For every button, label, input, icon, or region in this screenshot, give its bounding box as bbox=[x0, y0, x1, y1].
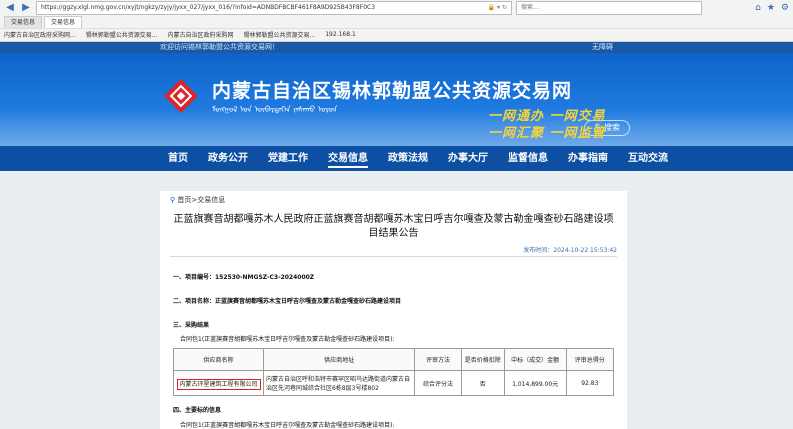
project-number: 一、项目编号：152530-NMGSZ-C3-2024000Z bbox=[173, 274, 315, 281]
column-header: 是否价格扣除 bbox=[460, 348, 505, 371]
bookmark[interactable]: 内蒙古自治区政府采购网... bbox=[4, 30, 76, 39]
table-row: 内蒙古环星建筑工程有限公司 内蒙古自治区呼和浩特市赛罕区昭乌达路街道内蒙古自治区… bbox=[172, 370, 615, 396]
back-icon[interactable]: ◀ bbox=[4, 2, 16, 14]
bookmark[interactable]: 内蒙古自治区政府采购网 bbox=[167, 30, 233, 39]
search-label: 搜索 bbox=[603, 123, 620, 132]
site-logo-icon[interactable] bbox=[160, 75, 202, 117]
project-name: 二、项目名称：正蓝旗赛音胡都嘎苏木宝日呼吉尔嘎查及蒙古勒金嘎查砂石路建设项目 bbox=[173, 298, 402, 305]
address-bar[interactable]: https://ggzy.xlgl.nmg.gov.cn/xyjt/ngkzy/… bbox=[36, 1, 512, 15]
nav-service-hall[interactable]: 办事大厅 bbox=[448, 146, 488, 171]
nav-interaction[interactable]: 互动交流 bbox=[628, 146, 668, 171]
column-header: 供应商名称 bbox=[172, 348, 265, 371]
tab-strip: 交易信息 交易信息 bbox=[0, 16, 793, 28]
slogan-line-2: 一网汇聚 一网监管 bbox=[488, 126, 606, 141]
column-header: 供应商地址 bbox=[263, 348, 416, 371]
location-pin-icon: ⚲ bbox=[170, 196, 176, 204]
nav-trade-info[interactable]: 交易信息 bbox=[328, 146, 368, 171]
bookmark[interactable]: 192.168.1 bbox=[325, 31, 356, 38]
site-header: 内蒙古自治区锡林郭勒盟公共资源交易网 ᠮᠣᠩᠭᠣᠯ ᠤᠨ ᠥᠪᠡᠷᠲᠡᠭᠡᠨ ᠵ… bbox=[0, 53, 793, 146]
article-panel: ⚲ 首页>交易信息 正蓝旗赛音胡都嘎苏木人民政府正蓝旗赛音胡都嘎苏木宝日呼吉尔嘎… bbox=[160, 191, 627, 429]
breadcrumb-home[interactable]: 首页 bbox=[177, 196, 191, 204]
lock-icon[interactable]: 🔒 ▾ ↻ bbox=[488, 2, 507, 14]
star-icon[interactable]: ★ bbox=[767, 3, 775, 13]
browser-toolbar-icons: ⌂ ★ ⚙ bbox=[755, 3, 789, 13]
home-icon[interactable]: ⌂ bbox=[755, 3, 761, 13]
total-score: 92.83 bbox=[565, 370, 615, 396]
header-background bbox=[0, 110, 793, 146]
nav-supervision[interactable]: 监督信息 bbox=[508, 146, 548, 171]
price-deduction: 否 bbox=[460, 370, 505, 396]
supplier-name-cell: 内蒙古环星建筑工程有限公司 bbox=[172, 370, 265, 396]
supplier-address: 内蒙古自治区呼和浩特市赛罕区昭乌达路街道内蒙古自治区先河巷同城综合社区6栋8层3… bbox=[263, 370, 416, 396]
site-topbar: 欢迎访问锡林郭勒盟公共资源交易网！ 无障碍 bbox=[0, 42, 793, 53]
nav-home[interactable]: 首页 bbox=[168, 146, 188, 171]
column-header: 评审总得分 bbox=[565, 348, 615, 371]
bookmark[interactable]: 锡林郭勒盟公共资源交易... bbox=[86, 30, 158, 39]
nav-policy[interactable]: 政策法规 bbox=[388, 146, 428, 171]
site-title: 内蒙古自治区锡林郭勒盟公共资源交易网 bbox=[212, 80, 573, 102]
column-header: 中标（成交）金额 bbox=[503, 348, 567, 371]
browser-search-input[interactable]: 搜索... bbox=[516, 1, 702, 15]
nav-guide[interactable]: 办事指南 bbox=[568, 146, 608, 171]
browser-tab[interactable]: 交易信息 bbox=[4, 16, 43, 28]
review-method: 综合评分法 bbox=[414, 370, 462, 396]
welcome-text: 欢迎访问锡林郭勒盟公共资源交易网！ bbox=[160, 43, 279, 51]
section-heading-main-items: 四、主要标的信息 bbox=[173, 407, 222, 414]
forward-icon[interactable]: ▶ bbox=[20, 2, 32, 14]
breadcrumb-current[interactable]: 交易信息 bbox=[197, 196, 225, 204]
main-nav: 首页 政务公开 党建工作 交易信息 政策法规 办事大厅 监督信息 办事指南 互动… bbox=[0, 146, 793, 171]
contract-package-2: 合同包1(正蓝旗赛音胡都嘎苏木宝日呼吉尔嘎查及蒙古勒金嘎查砂石路建设项目): bbox=[180, 422, 395, 429]
address-row: ◀ ▶ https://ggzy.xlgl.nmg.gov.cn/xyjt/ng… bbox=[0, 0, 793, 16]
site-title-mongolian: ᠮᠣᠩᠭᠣᠯ ᠤᠨ ᠥᠪᠡᠷᠲᠡᠭᠡᠨ ᠵᠠᠰᠠᠬᠤ ᠣᠷᠤᠨ bbox=[212, 105, 338, 114]
nav-party-work[interactable]: 党建工作 bbox=[268, 146, 308, 171]
bookmarks-bar: 内蒙古自治区政府采购网... 锡林郭勒盟公共资源交易... 内蒙古自治区政府采购… bbox=[0, 28, 793, 40]
browser-chrome: ◀ ▶ https://ggzy.xlgl.nmg.gov.cn/xyjt/ng… bbox=[0, 0, 793, 42]
address-url: https://ggzy.xlgl.nmg.gov.cn/xyjt/ngkzy/… bbox=[41, 4, 376, 11]
result-table: 供应商名称 供应商地址 评审方法 是否价格扣除 中标（成交）金额 评审总得分 内… bbox=[172, 348, 615, 396]
breadcrumb: ⚲ 首页>交易信息 bbox=[170, 196, 226, 204]
award-amount: 1,014,899.00元 bbox=[503, 370, 567, 396]
gear-icon[interactable]: ⚙ bbox=[781, 3, 789, 13]
nav-gov-affairs[interactable]: 政务公开 bbox=[208, 146, 248, 171]
bookmark[interactable]: 锡林郭勒盟公共资源交易... bbox=[243, 30, 315, 39]
browser-tab-active[interactable]: 交易信息 bbox=[44, 16, 83, 28]
section-heading: 三、采购结果 bbox=[173, 322, 210, 329]
contract-package: 合同包1(正蓝旗赛音胡都嘎苏木宝日呼吉尔嘎查及蒙古勒金嘎查砂石路建设项目): bbox=[180, 336, 395, 343]
article-title: 正蓝旗赛音胡都嘎苏木人民政府正蓝旗赛音胡都嘎苏木宝日呼吉尔嘎查及蒙古勒金嘎查砂石… bbox=[173, 214, 614, 239]
supplier-name: 内蒙古环星建筑工程有限公司 bbox=[176, 378, 261, 390]
accessibility-link[interactable]: 无障碍 bbox=[592, 42, 613, 53]
publish-time: 发布时间：2024-10-22 15:53:42 bbox=[170, 245, 617, 257]
column-header: 评审方法 bbox=[414, 348, 462, 371]
table-header-row: 供应商名称 供应商地址 评审方法 是否价格扣除 中标（成交）金额 评审总得分 bbox=[172, 348, 615, 371]
